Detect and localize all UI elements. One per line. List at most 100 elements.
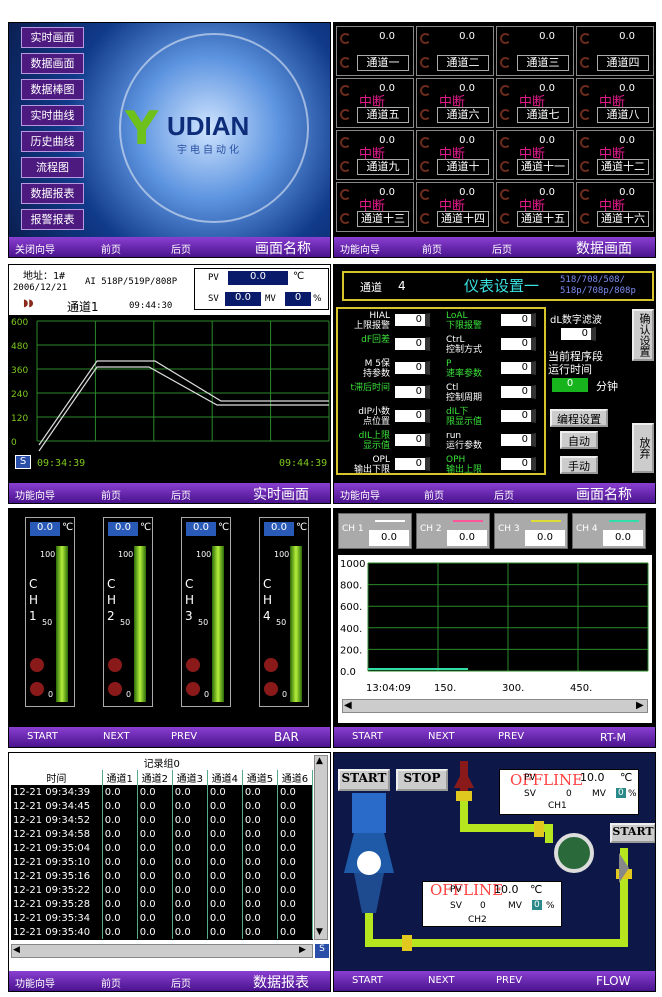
param-input-left[interactable]: 0 (394, 361, 430, 375)
v-scrollbar[interactable] (314, 755, 328, 940)
scroll-down-icon[interactable]: ▼ (316, 927, 323, 937)
channel-cell[interactable]: 0.0 通道十二 中断 (576, 130, 654, 180)
table-cell: 12-21 09:35:10 (11, 855, 103, 869)
channel-cell[interactable]: 0.0 通道二 (416, 26, 494, 76)
channel-cell[interactable]: 0.0 通道十一 中断 (496, 130, 574, 180)
channel-box[interactable]: CH 3 0.0 (494, 513, 568, 549)
sb-c[interactable]: PREV (496, 975, 522, 986)
release-button[interactable]: 放弃 (632, 423, 654, 473)
table-cell: 12-21 09:35:22 (11, 883, 103, 897)
sb-b[interactable]: NEXT (428, 731, 455, 742)
h-scrollbar[interactable] (11, 944, 313, 958)
ring-icon (340, 33, 351, 44)
channel-box[interactable]: CH 1 0.0 (338, 513, 412, 549)
stop-button[interactable]: STOP (396, 769, 448, 791)
scroll-right-icon[interactable]: ▶ (636, 700, 644, 711)
menu-item[interactable]: 数据画面 (21, 53, 84, 74)
param-input-mid[interactable]: 0 (500, 361, 536, 375)
edit-program-button[interactable]: 编程设置 (550, 409, 608, 427)
sb-c[interactable]: 后页 (171, 975, 191, 990)
sb-b[interactable]: 前页 (101, 241, 121, 256)
auto-button[interactable]: 自动 (560, 431, 598, 449)
menu-item[interactable]: 历史曲线 (21, 131, 84, 152)
channel-cell[interactable]: 0.0 通道三 (496, 26, 574, 76)
channel-name: CH 3 (498, 524, 520, 534)
sb-c[interactable]: PREV (498, 731, 524, 742)
channel-cell[interactable]: 0.0 通道十 中断 (416, 130, 494, 180)
channel-cell[interactable]: 0.0 通道四 (576, 26, 654, 76)
scroll-left-icon[interactable]: ◀ (344, 700, 352, 711)
filter-input[interactable]: 0 (560, 327, 596, 341)
channel-cell[interactable]: 0.0 通道六 中断 (416, 78, 494, 128)
channel-cell[interactable]: 0.0 通道十三 中断 (336, 182, 414, 232)
sb-a[interactable]: 功能向导 (340, 241, 380, 256)
y-tick: 200. (340, 645, 362, 656)
save-icon[interactable]: S (15, 455, 31, 469)
manual-button[interactable]: 手动 (560, 456, 598, 474)
sb-a[interactable]: START (352, 975, 383, 986)
scroll-left-icon[interactable]: ◀ (13, 945, 20, 955)
h-scrollbar[interactable] (342, 699, 648, 713)
menu-item[interactable]: 数据棒图 (21, 79, 84, 100)
channel-box[interactable]: CH 2 0.0 (416, 513, 490, 549)
channel-cell[interactable]: 0.0 通道十五 中断 (496, 182, 574, 232)
param-input-mid[interactable]: 0 (500, 433, 536, 447)
param-input-mid[interactable]: 0 (500, 337, 536, 351)
param-input-left[interactable]: 0 (394, 385, 430, 399)
confirm-button[interactable]: 确认设置 (632, 309, 654, 361)
sb-a[interactable]: 功能向导 (340, 487, 380, 502)
channel-name: CH 4 (576, 524, 598, 534)
param-input-left[interactable]: 0 (394, 457, 430, 471)
sb-b[interactable]: 前页 (424, 487, 444, 502)
column-header: 时间 (11, 770, 103, 785)
start-button[interactable]: START (338, 769, 390, 791)
sb-c[interactable]: PREV (171, 731, 197, 742)
menu-item[interactable]: 数据报表 (21, 183, 84, 204)
t-end: 09:44:39 (279, 458, 328, 469)
save-icon[interactable]: S (315, 944, 329, 958)
sb-b[interactable]: 前页 (101, 975, 121, 990)
param-input-left[interactable]: 0 (394, 409, 430, 423)
table-cell: 12-21 09:35:40 (11, 925, 103, 939)
channel-cell[interactable]: 0.0 通道五 中断 (336, 78, 414, 128)
sb-c[interactable]: 后页 (171, 241, 191, 256)
menu-item[interactable]: 流程图 (21, 157, 84, 178)
channel-cell[interactable]: 0.0 通道十六 中断 (576, 182, 654, 232)
sb-b[interactable]: 前页 (422, 241, 442, 256)
sb-c[interactable]: 后页 (494, 487, 514, 502)
sb-a[interactable]: 关闭向导 (15, 241, 55, 256)
x-tick: 150. (434, 683, 456, 694)
channel-cell[interactable]: 0.0 通道十四 中断 (416, 182, 494, 232)
sb-a[interactable]: START (352, 731, 383, 742)
channel-box[interactable]: CH 4 0.0 (572, 513, 646, 549)
param-input-mid[interactable]: 0 (500, 457, 536, 471)
channel-name: 通道三 (517, 55, 569, 71)
menu-item[interactable]: 报警报表 (21, 209, 84, 230)
param-input-mid[interactable]: 0 (500, 409, 536, 423)
menu-item[interactable]: 实时曲线 (21, 105, 84, 126)
param-label-mid: OPH 输出上限 (446, 455, 483, 475)
param-input-left[interactable]: 0 (394, 337, 430, 351)
menu-item[interactable]: 实时画面 (21, 27, 84, 48)
sb-b[interactable]: 前页 (101, 487, 121, 502)
scroll-up-icon[interactable]: ▲ (316, 756, 323, 766)
channel-cell[interactable]: 0.0 通道一 (336, 26, 414, 76)
sb-a[interactable]: START (27, 731, 58, 742)
start-pump-button[interactable]: START (610, 823, 655, 843)
param-input-mid[interactable]: 0 (500, 385, 536, 399)
param-input-mid[interactable]: 0 (500, 313, 536, 327)
sb-c[interactable]: 后页 (492, 241, 512, 256)
channel-cell[interactable]: 0.0 通道七 中断 (496, 78, 574, 128)
channel-cell[interactable]: 0.0 通道八 中断 (576, 78, 654, 128)
param-input-left[interactable]: 0 (394, 433, 430, 447)
scroll-right-icon[interactable]: ▶ (299, 945, 306, 955)
table-cell: 0.0 (242, 855, 278, 869)
channel-cell[interactable]: 0.0 通道九 中断 (336, 130, 414, 180)
sb-a[interactable]: 功能向导 (15, 975, 55, 990)
sb-b[interactable]: NEXT (428, 975, 455, 986)
sb-a[interactable]: 功能向导 (15, 487, 55, 502)
sb-c[interactable]: 后页 (171, 487, 191, 502)
sb-b[interactable]: NEXT (103, 731, 130, 742)
param-input-left[interactable]: 0 (394, 313, 430, 327)
sv1-value: 0 (566, 789, 572, 799)
